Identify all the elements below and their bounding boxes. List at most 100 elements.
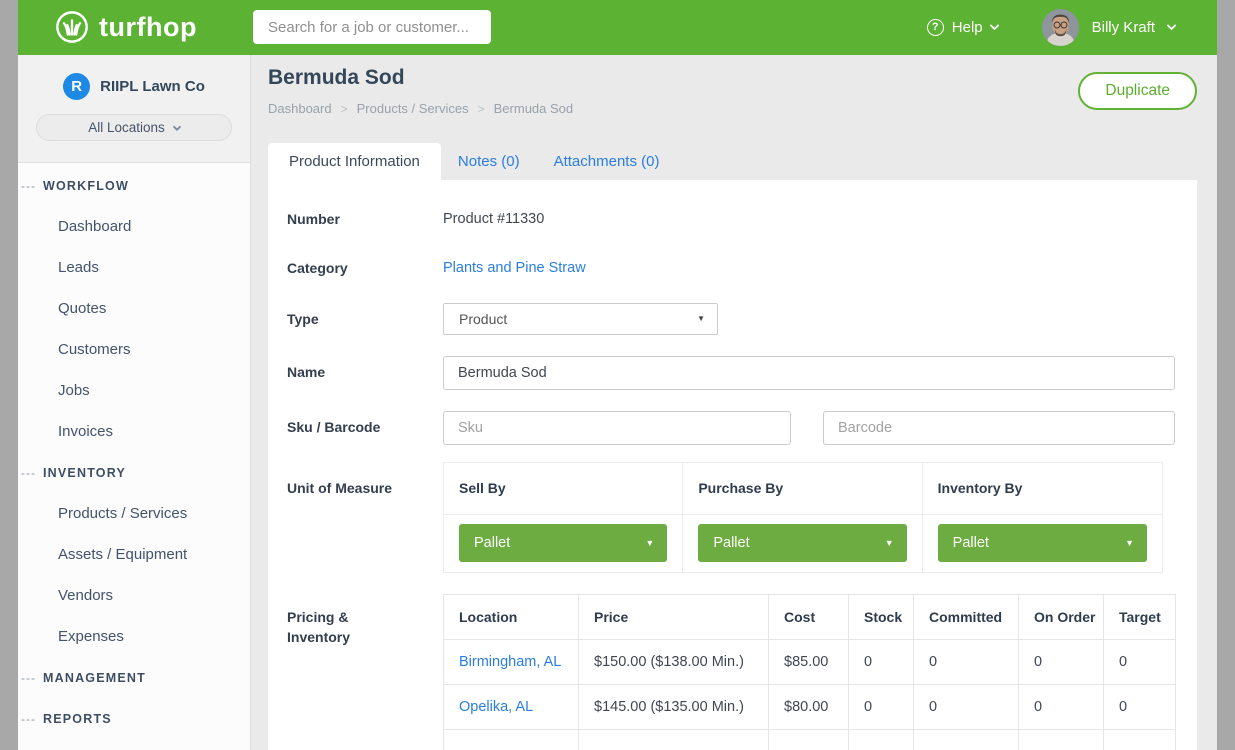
help-menu[interactable]: ? Help bbox=[927, 19, 998, 36]
cell-price: $145.00 ($135.00 Min.) bbox=[579, 685, 769, 730]
unit-of-measure-label: Unit of Measure bbox=[287, 462, 443, 573]
breadcrumb-separator: > bbox=[341, 102, 348, 116]
sidebar-section-reports[interactable]: --- REPORTS bbox=[18, 698, 250, 739]
company-badge-icon: R bbox=[63, 73, 90, 100]
category-label: Category bbox=[287, 259, 443, 277]
uom-cell-sell-by: Pallet▼ bbox=[444, 515, 683, 572]
uom-dropdown-inventory-by[interactable]: Pallet▼ bbox=[938, 524, 1147, 562]
caret-down-icon: ▼ bbox=[697, 304, 705, 334]
chevron-down-icon bbox=[989, 21, 999, 31]
sidebar-item-vendors[interactable]: Vendors bbox=[18, 575, 250, 616]
duplicate-button[interactable]: Duplicate bbox=[1078, 72, 1197, 110]
caret-down-icon: ▼ bbox=[1125, 524, 1134, 562]
section-label: REPORTS bbox=[43, 712, 112, 726]
location-filter-dropdown[interactable]: All Locations bbox=[36, 114, 232, 141]
name-label: Name bbox=[287, 356, 443, 390]
category-link[interactable]: Plants and Pine Straw bbox=[443, 260, 586, 276]
uom-dropdown-purchase-by[interactable]: Pallet▼ bbox=[698, 524, 906, 562]
company-link[interactable]: R RIIPL Lawn Co bbox=[18, 73, 250, 100]
sidebar-item-dashboard[interactable]: Dashboard bbox=[18, 206, 250, 247]
avatar bbox=[1042, 9, 1079, 46]
sidebar-item-invoices[interactable]: Invoices bbox=[18, 411, 250, 452]
cell-empty bbox=[769, 730, 849, 750]
type-select-value: Product bbox=[459, 311, 507, 327]
cell-cost: $80.00 bbox=[769, 685, 849, 730]
brand-wordmark: turfhop bbox=[99, 10, 197, 44]
sidebar-item-expenses[interactable]: Expenses bbox=[18, 616, 250, 657]
left-gutter bbox=[0, 0, 18, 750]
cell-empty bbox=[849, 730, 914, 750]
unit-of-measure-table: Sell ByPurchase ByInventory By Pallet▼ Pa… bbox=[443, 462, 1163, 573]
search-input[interactable] bbox=[253, 10, 491, 44]
sidebar-item-jobs[interactable]: Jobs bbox=[18, 370, 250, 411]
section-dashes-icon: --- bbox=[18, 466, 36, 480]
sidebar-menu: ---WORKFLOWDashboardLeadsQuotesCustomers… bbox=[18, 163, 250, 739]
location-link[interactable]: Opelika, AL bbox=[444, 685, 579, 730]
cell-price: $150.00 ($138.00 Min.) bbox=[579, 640, 769, 685]
breadcrumb-item-dashboard[interactable]: Dashboard bbox=[268, 101, 332, 116]
breadcrumb: Dashboard>Products / Services>Bermuda So… bbox=[268, 101, 573, 116]
user-name: Billy Kraft bbox=[1092, 19, 1155, 36]
location-link[interactable]: Birmingham, AL bbox=[444, 640, 579, 685]
cell-committed: 0 bbox=[914, 685, 1019, 730]
section-label: MANAGEMENT bbox=[43, 671, 146, 685]
right-gutter bbox=[1217, 0, 1235, 750]
cell-empty bbox=[1019, 730, 1104, 750]
caret-down-icon: ▼ bbox=[645, 524, 654, 562]
sidebar-item-leads[interactable]: Leads bbox=[18, 247, 250, 288]
cell-empty bbox=[579, 730, 769, 750]
pricing-column-price: Price bbox=[579, 595, 769, 640]
product-information-panel: Number Product #11330 Category Plants an… bbox=[268, 180, 1197, 750]
pricing-header-row: LocationPriceCostStockCommittedOn OrderT… bbox=[444, 595, 1176, 640]
uom-column-sell-by: Sell By bbox=[444, 463, 683, 514]
table-row: Opelika, AL$145.00 ($135.00 Min.)$80.000… bbox=[444, 685, 1176, 730]
sidebar-item-products-services[interactable]: Products / Services bbox=[18, 493, 250, 534]
number-value: Product #11330 bbox=[443, 210, 1175, 228]
table-row-partial bbox=[444, 730, 1176, 750]
section-dashes-icon: --- bbox=[18, 712, 36, 726]
pricing-column-stock: Stock bbox=[849, 595, 914, 640]
cell-on_order: 0 bbox=[1019, 640, 1104, 685]
cell-stock: 0 bbox=[849, 685, 914, 730]
page-title: Bermuda Sod bbox=[268, 64, 405, 92]
sku-barcode-label: Sku / Barcode bbox=[287, 411, 443, 445]
tab-notes-0[interactable]: Notes (0) bbox=[441, 143, 537, 180]
tab-attachments-0[interactable]: Attachments (0) bbox=[537, 143, 677, 180]
user-menu[interactable]: Billy Kraft bbox=[1042, 9, 1175, 46]
chevron-down-icon bbox=[173, 122, 181, 130]
sidebar-section-management[interactable]: --- MANAGEMENT bbox=[18, 657, 250, 698]
pricing-column-location: Location bbox=[444, 595, 579, 640]
pricing-column-committed: Committed bbox=[914, 595, 1019, 640]
uom-cell-purchase-by: Pallet▼ bbox=[683, 515, 922, 572]
type-select[interactable]: Product ▼ bbox=[443, 303, 718, 335]
tab-product-information[interactable]: Product Information bbox=[268, 143, 441, 180]
uom-column-inventory-by: Inventory By bbox=[923, 463, 1162, 514]
section-dashes-icon: --- bbox=[18, 671, 36, 685]
turfhop-logo[interactable]: turfhop bbox=[55, 10, 197, 44]
sidebar-item-assets-equipment[interactable]: Assets / Equipment bbox=[18, 534, 250, 575]
cell-target: 0 bbox=[1104, 685, 1176, 730]
sidebar: R RIIPL Lawn Co All Locations ---WORKFLO… bbox=[18, 55, 251, 750]
uom-header-row: Sell ByPurchase ByInventory By bbox=[444, 463, 1162, 515]
uom-cell-inventory-by: Pallet▼ bbox=[923, 515, 1162, 572]
top-right-menu: ? Help Billy Kraf bbox=[927, 0, 1175, 55]
sidebar-item-customers[interactable]: Customers bbox=[18, 329, 250, 370]
uom-dropdown-sell-by[interactable]: Pallet▼ bbox=[459, 524, 667, 562]
uom-column-purchase-by: Purchase By bbox=[683, 463, 922, 514]
cell-committed: 0 bbox=[914, 640, 1019, 685]
cell-empty bbox=[444, 730, 579, 750]
sidebar-company-section: R RIIPL Lawn Co All Locations bbox=[18, 55, 250, 163]
sidebar-item-quotes[interactable]: Quotes bbox=[18, 288, 250, 329]
turfhop-logo-icon bbox=[55, 10, 89, 44]
pricing-body: Birmingham, AL$150.00 ($138.00 Min.)$85.… bbox=[444, 640, 1176, 750]
sku-input[interactable] bbox=[443, 411, 791, 445]
pricing-inventory-table: LocationPriceCostStockCommittedOn OrderT… bbox=[443, 594, 1176, 750]
pricing-column-target: Target bbox=[1104, 595, 1176, 640]
barcode-input[interactable] bbox=[823, 411, 1175, 445]
sidebar-section-inventory[interactable]: ---INVENTORY bbox=[18, 452, 250, 493]
app-window: turfhop ? Help bbox=[0, 0, 1235, 750]
name-input[interactable] bbox=[443, 356, 1175, 390]
breadcrumb-item-products-services[interactable]: Products / Services bbox=[357, 101, 469, 116]
cell-target: 0 bbox=[1104, 640, 1176, 685]
sidebar-section-workflow[interactable]: ---WORKFLOW bbox=[18, 165, 250, 206]
